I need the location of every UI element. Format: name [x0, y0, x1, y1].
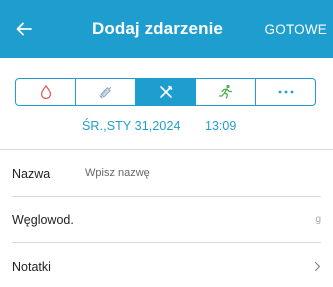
datetime-row: ŚR.,STY 31,2024 13:09: [0, 114, 333, 140]
name-label: Nazwa: [12, 166, 51, 181]
divider: [0, 149, 333, 150]
fork-knife-icon: [159, 85, 172, 98]
syringe-icon: [98, 86, 111, 99]
app-bar: Dodaj zdarzenie GOTOWE: [0, 0, 333, 58]
date-picker[interactable]: ŚR.,STY 31,2024: [82, 119, 181, 133]
event-type-more[interactable]: [256, 79, 315, 105]
notes-label: Notatki: [12, 259, 51, 274]
done-button[interactable]: GOTOWE: [265, 0, 327, 58]
event-type-meal[interactable]: [136, 79, 196, 105]
notes-row[interactable]: Notatki: [0, 244, 333, 287]
time-picker[interactable]: 13:09: [205, 119, 236, 133]
event-type-insulin[interactable]: [76, 79, 136, 105]
event-type-selector: [15, 78, 316, 106]
divider: [12, 242, 321, 243]
runner-icon: [218, 84, 232, 99]
carbs-unit: g: [315, 214, 321, 225]
more-icon: [278, 90, 293, 94]
chevron-right-icon: [311, 244, 323, 287]
carbs-row[interactable]: Węglowod. g: [0, 197, 333, 242]
name-input[interactable]: [85, 163, 305, 183]
carbs-label: Węglowod.: [12, 212, 74, 227]
event-type-glucose[interactable]: [16, 79, 76, 105]
name-row: Nazwa: [0, 151, 333, 196]
blood-drop-icon: [40, 85, 51, 99]
event-type-activity[interactable]: [196, 79, 256, 105]
